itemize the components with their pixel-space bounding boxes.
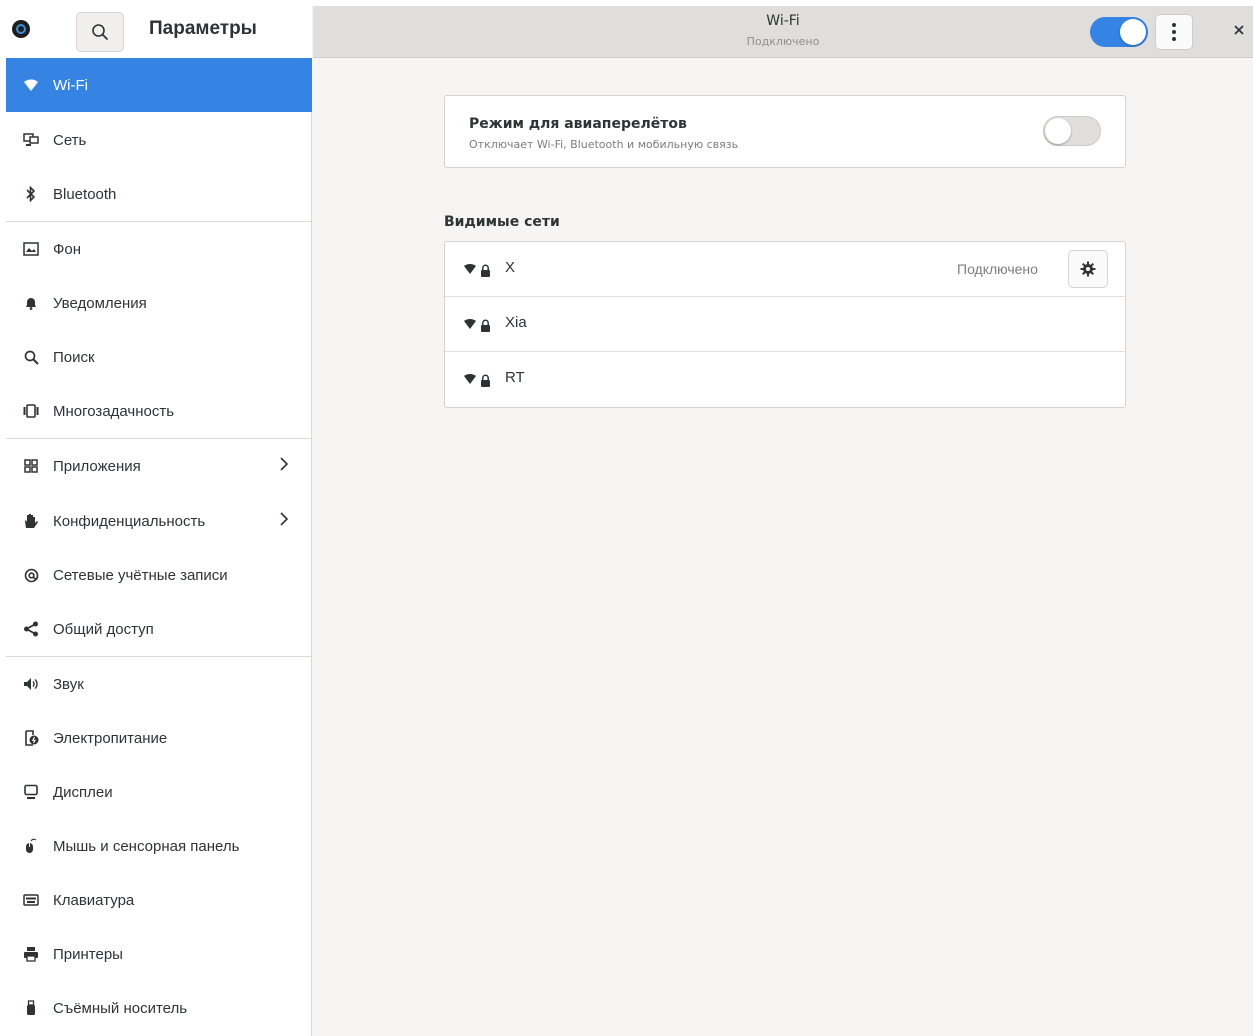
network-name: X bbox=[505, 259, 516, 276]
network-status: Подключено bbox=[957, 261, 1038, 277]
keyboard-icon bbox=[22, 891, 40, 909]
sidebar-item-label: Общий доступ bbox=[53, 620, 154, 638]
hand-icon bbox=[22, 512, 40, 530]
sidebar-item-wifi[interactable]: Wi-Fi bbox=[6, 58, 312, 112]
wifi-icon bbox=[22, 76, 40, 94]
sidebar-item-label: Принтеры bbox=[53, 945, 123, 963]
gear-icon bbox=[1080, 261, 1096, 277]
airplane-mode-row: Режим для авиаперелётов Отключает Wi-Fi,… bbox=[444, 95, 1126, 168]
sidebar-item-label: Электропитание bbox=[53, 729, 168, 747]
sidebar-item-label: Дисплеи bbox=[53, 783, 113, 801]
sidebar-item-label: Приложения bbox=[53, 457, 141, 475]
content-panel: Режим для авиаперелётов Отключает Wi-Fi,… bbox=[313, 59, 1253, 1036]
multitasking-icon bbox=[22, 402, 40, 420]
sidebar-item-notifications[interactable]: Уведомления bbox=[6, 276, 312, 330]
network-row[interactable]: Xia bbox=[445, 297, 1125, 352]
bluetooth-icon bbox=[22, 185, 40, 203]
sidebar-item-label: Сетевые учётные записи bbox=[53, 566, 228, 584]
usb-icon bbox=[22, 999, 40, 1017]
settings-window: Параметры Wi-Fi Подключено Wi-Fi Сеть Bl… bbox=[6, 6, 1253, 1036]
background-icon bbox=[22, 240, 40, 258]
wifi-secure-icon bbox=[463, 372, 493, 388]
airplane-mode-subtitle: Отключает Wi-Fi, Bluetooth и мобильную с… bbox=[469, 138, 739, 151]
sidebar-item-label: Уведомления bbox=[53, 294, 147, 312]
sidebar-item-label: Bluetooth bbox=[53, 185, 117, 203]
close-button[interactable] bbox=[1228, 19, 1250, 41]
settings-app-icon bbox=[12, 20, 30, 38]
sidebar-item-privacy[interactable]: Конфиденциальность bbox=[6, 494, 312, 548]
network-row[interactable]: RT bbox=[445, 352, 1125, 407]
speaker-icon bbox=[22, 675, 40, 693]
airplane-mode-toggle[interactable] bbox=[1043, 116, 1101, 146]
chevron-right-icon bbox=[280, 510, 289, 531]
sidebar-item-background[interactable]: Фон bbox=[6, 222, 312, 276]
sidebar-item-label: Звук bbox=[53, 675, 84, 693]
sidebar-item-search[interactable]: Поиск bbox=[6, 330, 312, 384]
sidebar-item-mouse[interactable]: Мышь и сенсорная панель bbox=[6, 819, 312, 873]
visible-networks-title: Видимые сети bbox=[444, 214, 560, 230]
apps-icon bbox=[22, 457, 40, 475]
sidebar-item-label: Wi-Fi bbox=[53, 76, 88, 94]
sidebar-item-power[interactable]: Электропитание bbox=[6, 711, 312, 765]
sidebar-item-online-accounts[interactable]: Сетевые учётные записи bbox=[6, 548, 312, 602]
sidebar-item-bluetooth[interactable]: Bluetooth bbox=[6, 167, 312, 221]
chevron-right-icon bbox=[280, 455, 289, 476]
sidebar-item-printers[interactable]: Принтеры bbox=[6, 927, 312, 981]
app-title: Параметры bbox=[149, 18, 257, 39]
network-name: Xia bbox=[505, 314, 527, 331]
sidebar-item-apps[interactable]: Приложения bbox=[6, 439, 312, 493]
bell-icon bbox=[22, 294, 40, 312]
mouse-icon bbox=[22, 837, 40, 855]
wifi-toggle[interactable] bbox=[1090, 17, 1148, 47]
search-icon bbox=[92, 24, 108, 40]
wifi-secure-icon bbox=[463, 262, 493, 278]
sidebar-item-displays[interactable]: Дисплеи bbox=[6, 765, 312, 819]
network-settings-button[interactable] bbox=[1068, 250, 1108, 288]
airplane-mode-title: Режим для авиаперелётов bbox=[469, 116, 687, 132]
kebab-menu-icon bbox=[1172, 23, 1176, 27]
wifi-secure-icon bbox=[463, 317, 493, 333]
sidebar-item-multitasking[interactable]: Многозадачность bbox=[6, 384, 312, 438]
sidebar-item-label: Съёмный носитель bbox=[53, 999, 188, 1017]
sidebar-item-sound[interactable]: Звук bbox=[6, 657, 312, 711]
network-icon bbox=[22, 131, 40, 149]
sidebar-header: Параметры bbox=[6, 6, 312, 58]
sidebar-item-removable-media[interactable]: Съёмный носитель bbox=[6, 981, 312, 1035]
printer-icon bbox=[22, 945, 40, 963]
sidebar-item-network[interactable]: Сеть bbox=[6, 113, 312, 167]
sidebar-item-label: Поиск bbox=[53, 348, 95, 366]
sidebar-item-label: Клавиатура bbox=[53, 891, 135, 909]
sidebar-item-sharing[interactable]: Общий доступ bbox=[6, 602, 312, 656]
sidebar-item-label: Конфиденциальность bbox=[53, 512, 206, 530]
search-button[interactable] bbox=[76, 12, 124, 52]
at-icon bbox=[22, 566, 40, 584]
display-icon bbox=[22, 783, 40, 801]
sidebar: Wi-Fi Сеть Bluetooth Фон Уведомления Пои… bbox=[6, 58, 312, 1036]
sidebar-item-label: Сеть bbox=[53, 131, 87, 149]
sidebar-item-label: Мышь и сенсорная панель bbox=[53, 837, 240, 855]
sidebar-item-keyboard[interactable]: Клавиатура bbox=[6, 873, 312, 927]
network-row[interactable]: X Подключено bbox=[445, 242, 1125, 297]
network-name: RT bbox=[505, 369, 525, 386]
networks-list: X Подключено Xia RT bbox=[444, 241, 1126, 408]
sidebar-item-label: Многозадачность bbox=[53, 402, 175, 420]
content-header: Wi-Fi Подключено bbox=[313, 6, 1253, 58]
close-icon bbox=[1234, 25, 1244, 35]
search-icon bbox=[22, 348, 40, 366]
menu-button[interactable] bbox=[1155, 14, 1193, 50]
sidebar-item-label: Фон bbox=[53, 240, 82, 258]
power-icon bbox=[22, 729, 40, 747]
share-icon bbox=[22, 620, 40, 638]
